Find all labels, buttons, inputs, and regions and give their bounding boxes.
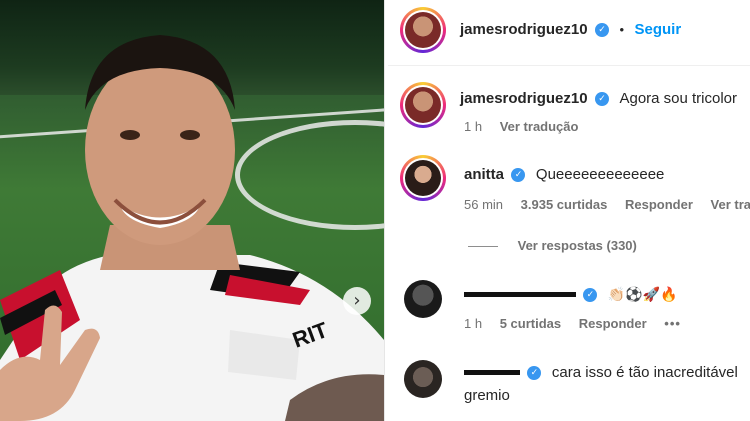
- header-username[interactable]: jamesrodriguez10: [460, 21, 588, 38]
- comment-line-2: ✓ 👏🏻⚽🚀🔥: [464, 286, 678, 304]
- reply-button-1[interactable]: Responder: [625, 197, 693, 212]
- comment-meta-1: 56 min 3.935 curtidas Responder Ver tra: [464, 197, 750, 212]
- translate-link[interactable]: Ver tradução: [500, 119, 579, 134]
- verified-icon: ✓: [595, 22, 610, 37]
- verified-icon: ✓: [511, 167, 526, 182]
- comments-panel: jamesrodriguez10 ✓ • Seguir jamesrodrigu…: [388, 0, 750, 421]
- comment-text-3-continued: gremio: [464, 387, 510, 404]
- follow-button[interactable]: Seguir: [634, 21, 681, 38]
- comment-avatar-3[interactable]: [404, 360, 442, 398]
- header-divider: [388, 65, 750, 66]
- header-avatar[interactable]: [400, 7, 446, 53]
- caption-username[interactable]: jamesrodriguez10: [460, 90, 588, 107]
- comment-text-3: cara isso é tão inacreditável: [551, 364, 738, 381]
- verified-icon: ✓: [583, 287, 598, 302]
- view-replies-link[interactable]: Ver respostas (330): [518, 238, 637, 253]
- view-replies-row[interactable]: Ver respostas (330): [468, 238, 637, 253]
- comment-line-3: ✓ cara isso é tão inacreditável: [464, 364, 738, 382]
- comment-text-2: 👏🏻⚽🚀🔥: [607, 287, 678, 303]
- more-options-icon[interactable]: •••: [664, 316, 681, 331]
- verified-icon: ✓: [595, 91, 610, 106]
- chevron-right-icon: ›: [353, 290, 361, 311]
- player-figure: RIT: [0, 35, 384, 421]
- caption-line: jamesrodriguez10 ✓ Agora sou tricolor: [460, 90, 737, 108]
- comment-likes-1[interactable]: 3.935 curtidas: [521, 197, 608, 212]
- separator-dot: •: [619, 22, 625, 37]
- redacted-username-3[interactable]: [464, 370, 520, 376]
- comment-time-2: 1 h: [464, 316, 483, 331]
- comment-avatar-2[interactable]: [404, 280, 442, 318]
- replies-line: [468, 246, 498, 248]
- comment-text-1: Queeeeeeeeeeeee: [535, 166, 665, 183]
- caption-meta: 1 h Ver tradução: [464, 119, 592, 134]
- caption-avatar[interactable]: [400, 82, 446, 128]
- comment-line-1: anitta ✓ Queeeeeeeeeeeee: [464, 166, 664, 184]
- caption-time: 1 h: [464, 119, 483, 134]
- header-user: jamesrodriguez10 ✓ • Seguir: [460, 21, 681, 39]
- next-image-button[interactable]: ›: [343, 287, 371, 315]
- post-photo: RIT ›: [0, 0, 384, 421]
- verified-icon: ✓: [527, 365, 542, 380]
- comment-avatar-anitta[interactable]: [400, 155, 446, 201]
- comment-username-1[interactable]: anitta: [464, 166, 504, 183]
- redacted-username-2[interactable]: [464, 292, 576, 298]
- comment-meta-2: 1 h 5 curtidas Responder •••: [464, 316, 695, 331]
- translate-link-1[interactable]: Ver tra: [711, 197, 750, 212]
- reply-button-2[interactable]: Responder: [579, 316, 647, 331]
- comment-likes-2[interactable]: 5 curtidas: [500, 316, 561, 331]
- caption-text: Agora sou tricolor: [619, 90, 738, 107]
- comment-time-1: 56 min: [464, 197, 504, 212]
